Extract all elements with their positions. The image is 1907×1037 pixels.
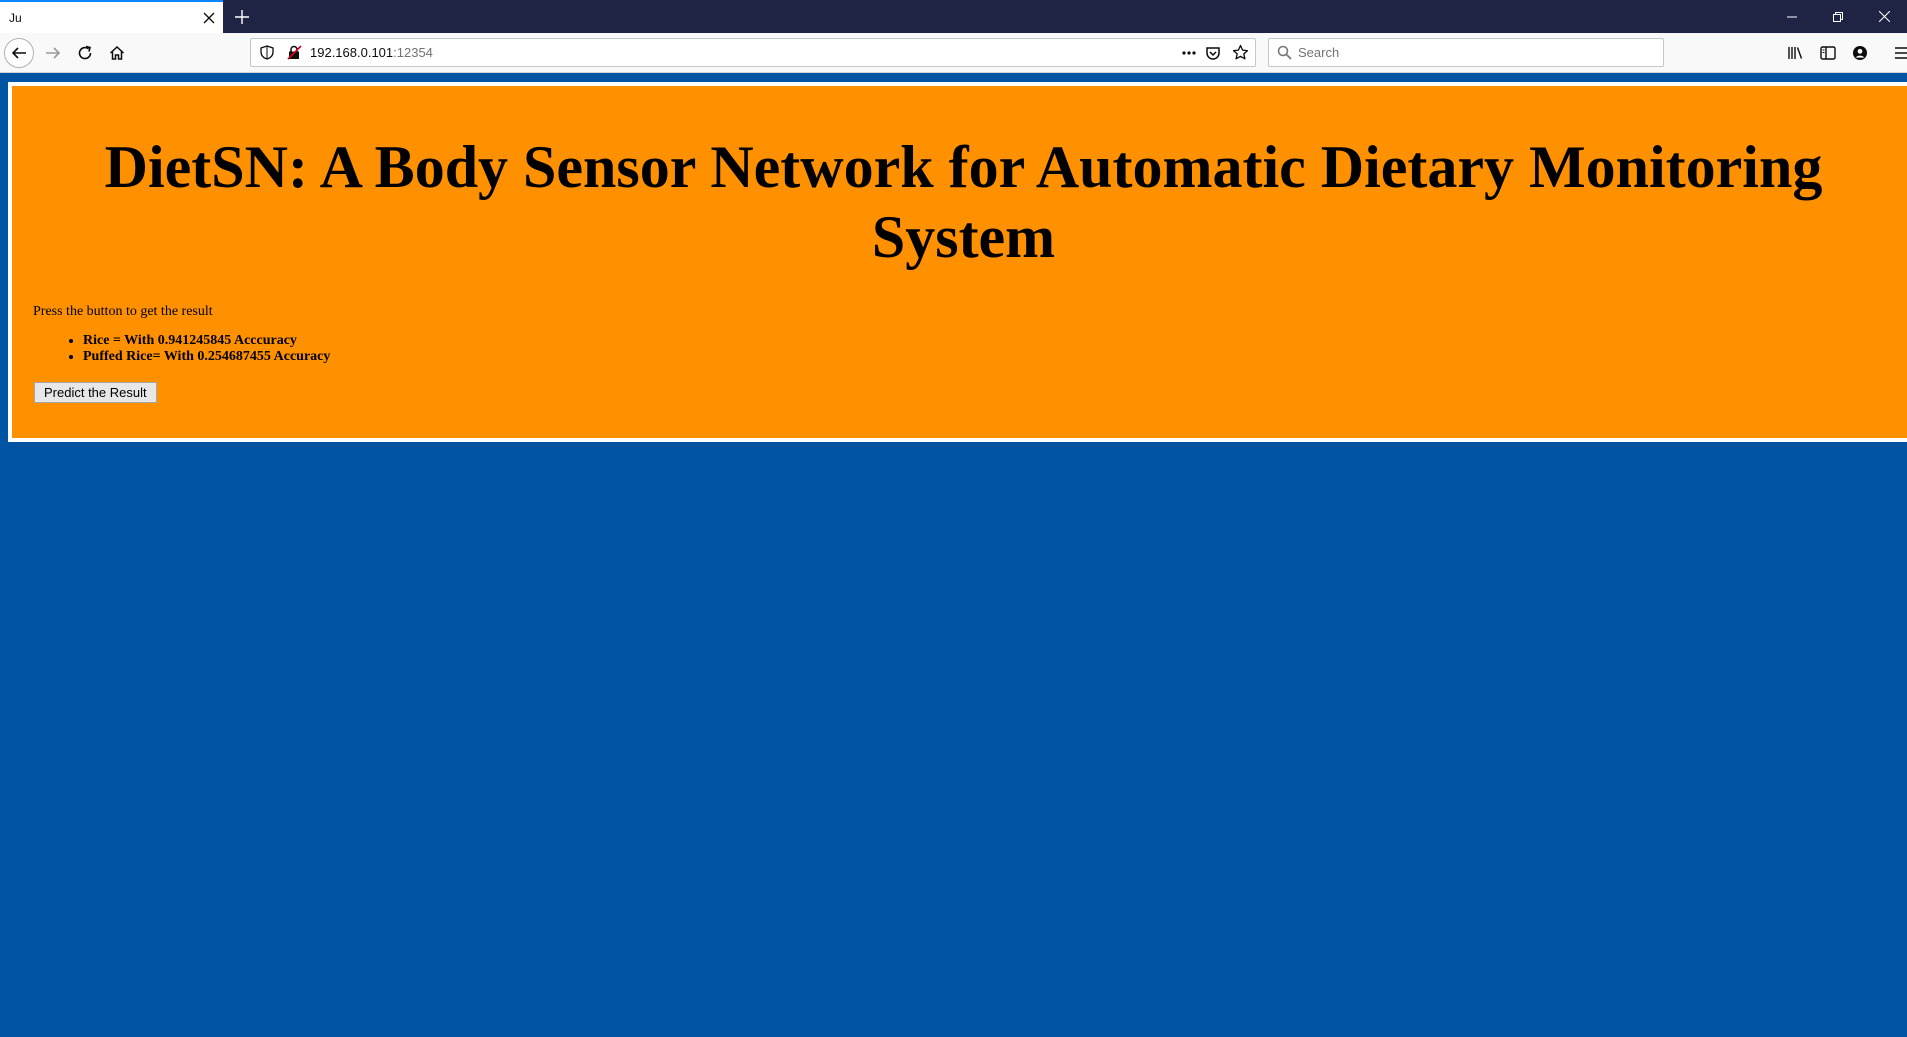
url-text: 192.168.0.101:12354 <box>310 45 433 60</box>
shield-icon[interactable] <box>260 45 274 65</box>
reload-icon[interactable] <box>70 38 100 68</box>
predict-button[interactable]: Predict the Result <box>34 382 157 403</box>
search-placeholder: Search <box>1298 45 1340 60</box>
browser-navbar: 192.168.0.101:12354 Search <box>0 33 1907 73</box>
url-host: 192.168.0.101 <box>310 45 394 60</box>
list-item: Puffed Rice= With 0.254687455 Accuracy <box>83 349 330 365</box>
more-icon[interactable] <box>1181 45 1197 66</box>
plus-icon[interactable] <box>228 3 256 31</box>
page-top-strip <box>0 73 1907 82</box>
url-bar[interactable]: 192.168.0.101:12354 <box>250 38 1256 67</box>
minimize-icon[interactable] <box>1769 0 1815 33</box>
close-window-icon[interactable] <box>1861 0 1907 33</box>
browser-titlebar: Ju <box>0 0 1907 33</box>
browser-tab[interactable]: Ju <box>0 0 223 33</box>
page-title: DietSN: A Body Sensor Network for Automa… <box>104 134 1823 270</box>
url-port: :12354 <box>393 45 433 60</box>
instruction-text: Press the button to get the result <box>33 304 213 319</box>
library-icon[interactable] <box>1780 38 1810 68</box>
home-icon[interactable] <box>102 38 132 68</box>
list-item: Rice = With 0.941245845 Acccuracy <box>83 333 330 349</box>
tab-title: Ju <box>9 10 22 25</box>
menu-icon[interactable] <box>1887 38 1907 68</box>
star-icon[interactable] <box>1232 44 1249 66</box>
results-list: Rice = With 0.941245845 Acccuracy Puffed… <box>33 333 330 365</box>
back-arrow-icon[interactable] <box>4 38 34 68</box>
pocket-icon[interactable] <box>1205 45 1221 66</box>
insecure-lock-icon[interactable] <box>287 45 302 65</box>
window-controls <box>1769 0 1907 33</box>
restore-icon[interactable] <box>1815 0 1861 33</box>
account-icon[interactable] <box>1845 38 1875 68</box>
search-icon <box>1277 45 1292 65</box>
content-panel: DietSN: A Body Sensor Network for Automa… <box>8 82 1907 442</box>
search-bar[interactable]: Search <box>1268 38 1664 67</box>
forward-arrow-icon[interactable] <box>38 38 68 68</box>
close-icon[interactable] <box>195 4 223 32</box>
sidebar-icon[interactable] <box>1813 38 1843 68</box>
